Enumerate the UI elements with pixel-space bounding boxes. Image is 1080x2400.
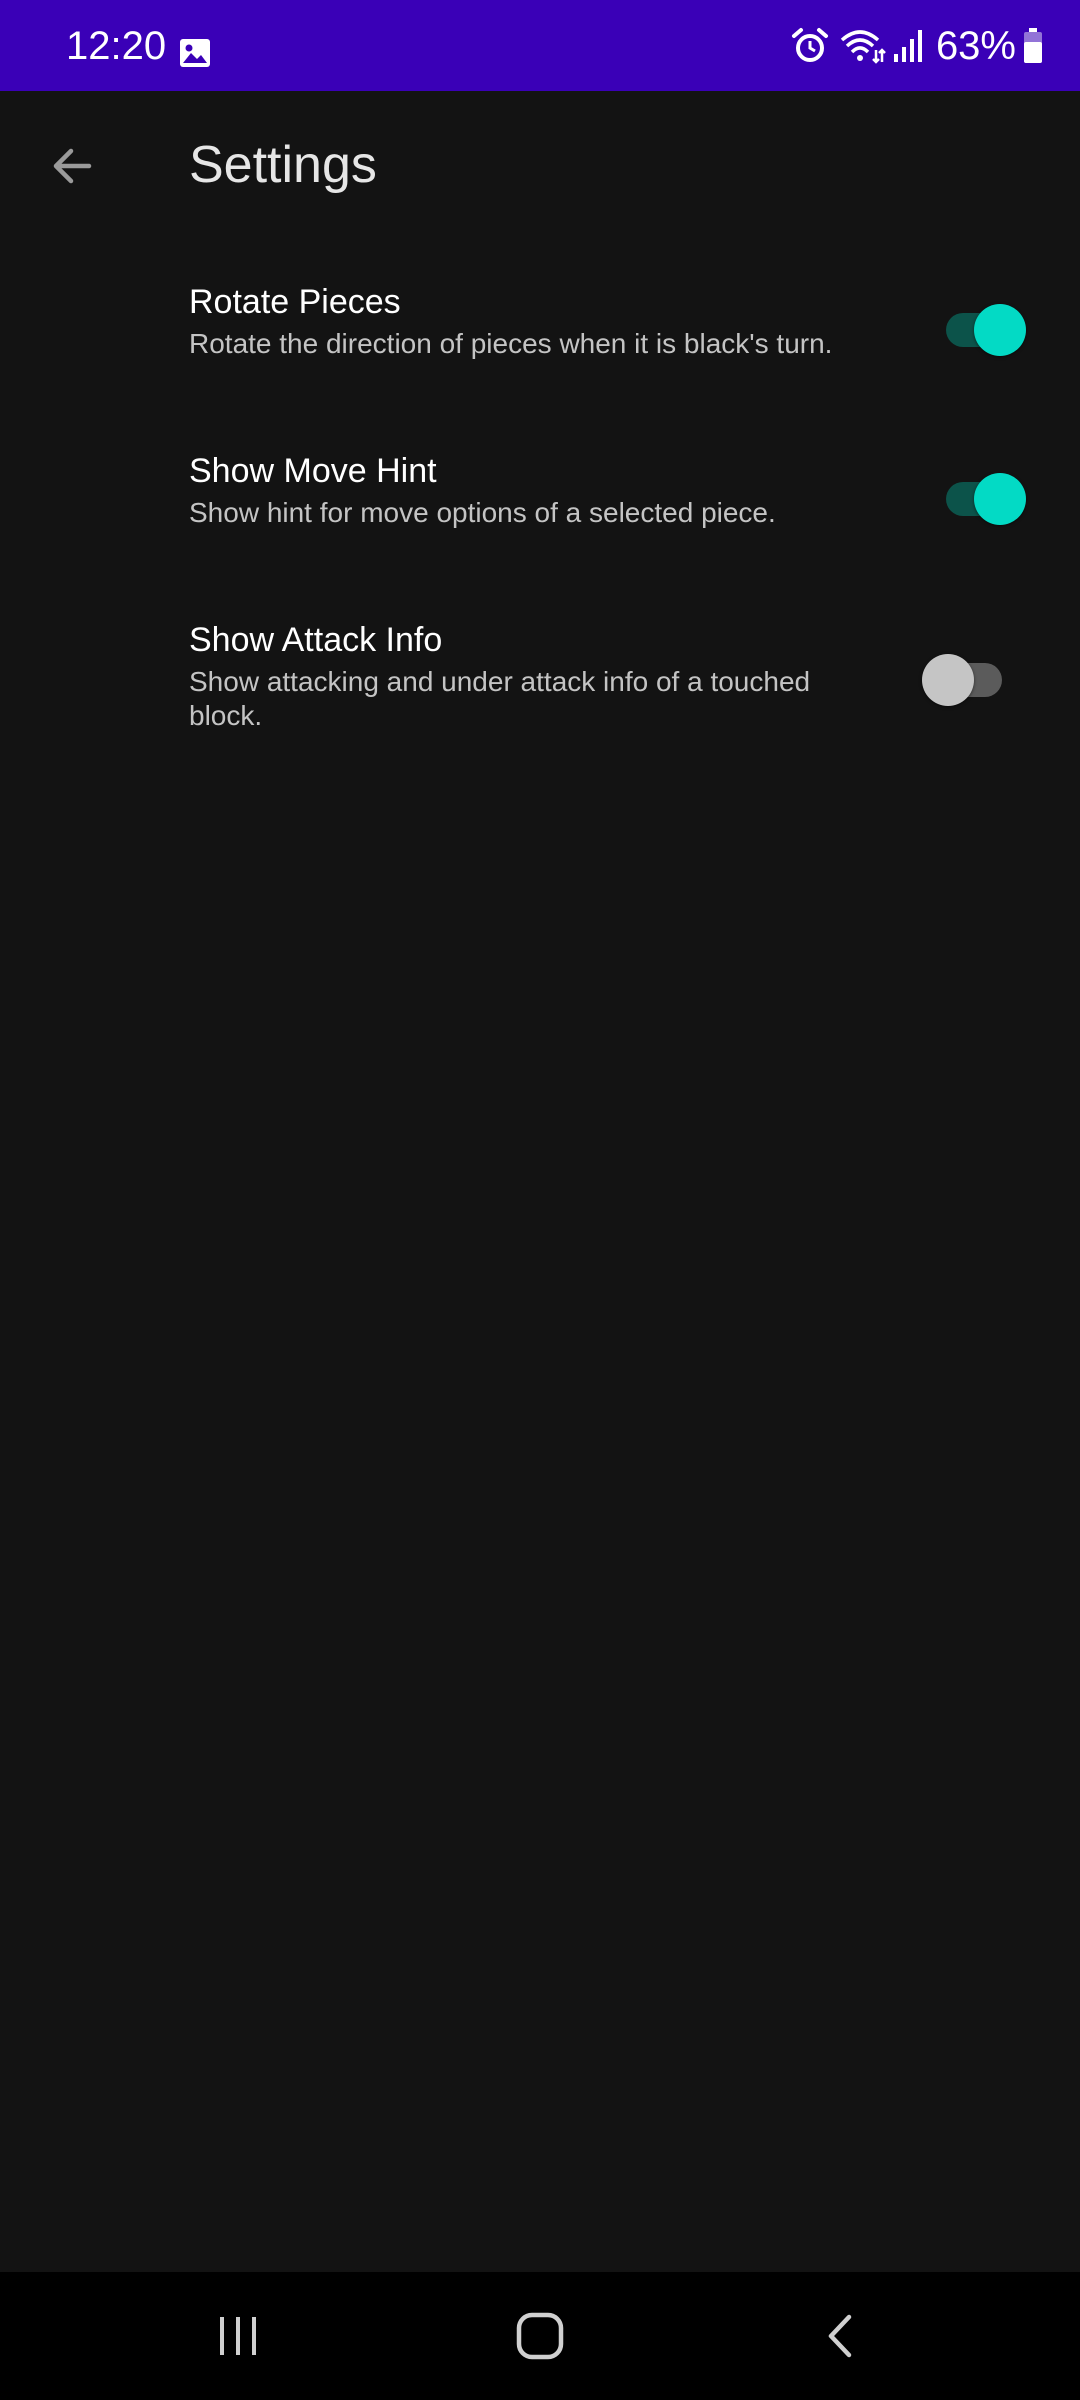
setting-description: Show hint for move options of a selected… xyxy=(189,497,776,528)
setting-show-attack-info[interactable]: Show Attack Info Show attacking and unde… xyxy=(0,588,1080,768)
status-icons: 63% xyxy=(790,24,1044,68)
show-move-hint-switch[interactable] xyxy=(940,469,1026,525)
nav-bar xyxy=(0,2272,1080,2400)
status-time: 12:20 xyxy=(66,24,167,68)
switch-thumb xyxy=(974,473,1026,525)
page-title: Settings xyxy=(189,136,377,194)
recent-apps-button[interactable] xyxy=(198,2296,278,2376)
signal-icon xyxy=(893,30,922,62)
setting-title: Show Attack Info xyxy=(189,621,443,659)
switch-thumb xyxy=(974,304,1026,356)
status-bar: 12:20 63% xyxy=(0,0,1080,91)
setting-title: Show Move Hint xyxy=(189,452,437,490)
setting-title: Rotate Pieces xyxy=(189,283,401,321)
back-icon xyxy=(828,2314,852,2358)
alarm-icon xyxy=(791,28,828,62)
setting-rotate-pieces[interactable]: Rotate Pieces Rotate the direction of pi… xyxy=(0,250,1080,400)
back-button[interactable] xyxy=(30,123,116,209)
show-attack-info-switch[interactable] xyxy=(922,650,1008,706)
switch-thumb xyxy=(922,654,974,706)
wifi-icon xyxy=(840,30,886,64)
setting-description: Show attacking and under attack info of … xyxy=(189,666,811,731)
rotate-pieces-switch[interactable] xyxy=(940,300,1026,356)
setting-description: Rotate the direction of pieces when it i… xyxy=(189,328,833,359)
home-icon xyxy=(516,2312,564,2360)
gallery-icon xyxy=(180,39,210,67)
nav-back-button[interactable] xyxy=(802,2296,882,2376)
setting-show-move-hint[interactable]: Show Move Hint Show hint for move option… xyxy=(0,419,1080,569)
recent-apps-icon xyxy=(220,2317,256,2355)
battery-icon xyxy=(1024,28,1042,63)
app-bar: Settings xyxy=(0,91,1080,241)
battery-percent: 63% xyxy=(935,24,1016,68)
home-button[interactable] xyxy=(500,2296,580,2376)
arrow-left-icon xyxy=(53,148,92,184)
